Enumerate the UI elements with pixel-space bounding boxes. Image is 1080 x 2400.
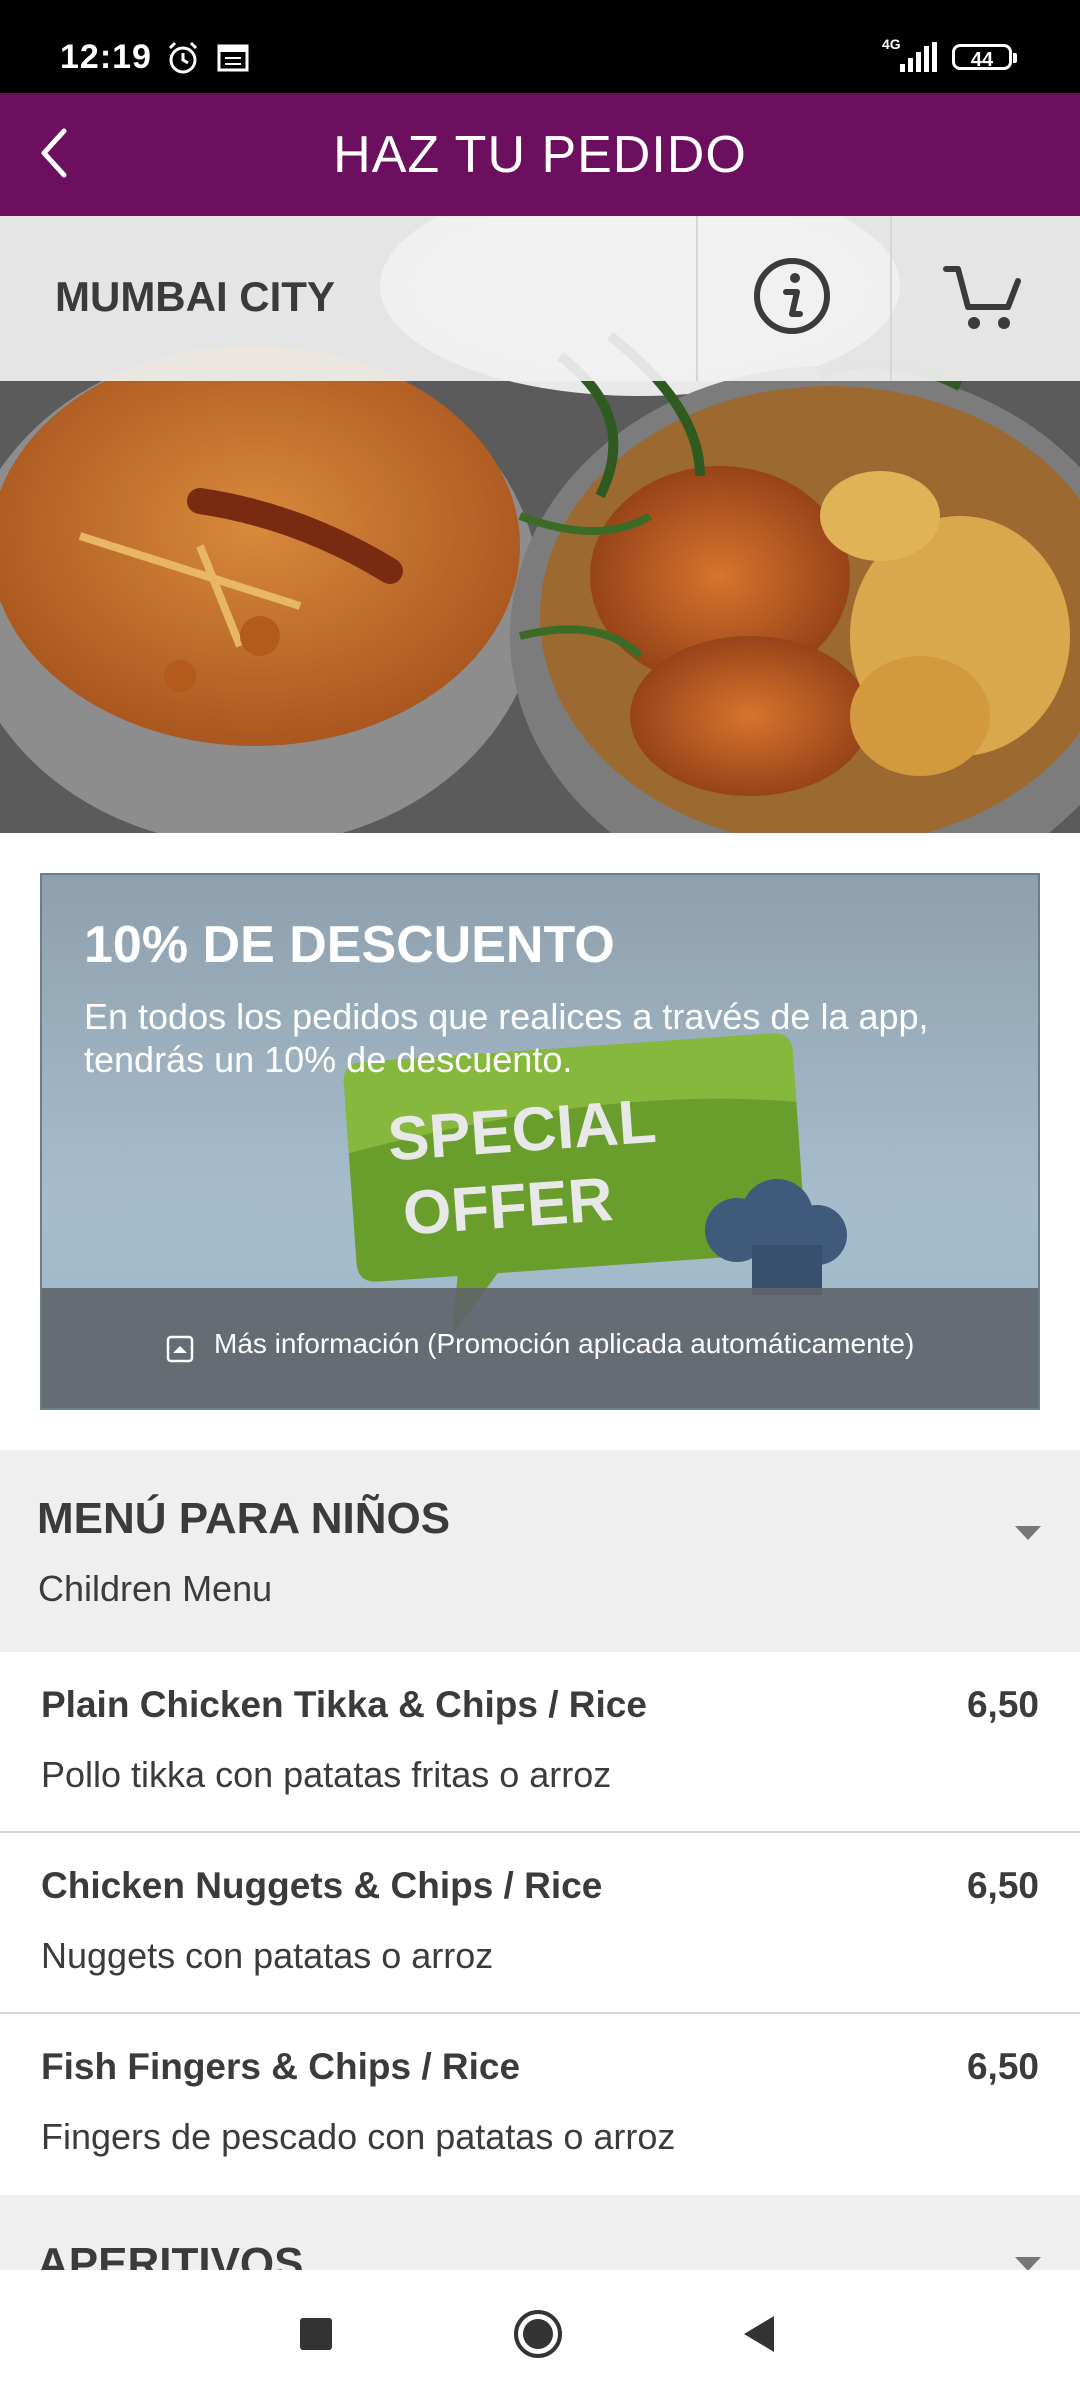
item-price: 6,50 [966,1684,1039,1725]
battery-indicator: 44 [952,44,1017,71]
promo-more-info[interactable]: Más información (Promoción aplicada auto… [42,1288,1038,1408]
chevron-down-icon[interactable] [1013,2255,1043,2270]
item-name: Fish Fingers & Chips / Rice [41,2046,521,2087]
calendar-icon [217,44,249,72]
item-price: 6,50 [966,1865,1039,1906]
promo-description: En todos los pedidos que realices a trav… [84,996,929,1080]
chevron-down-icon[interactable] [1013,1524,1043,1542]
item-description: Fingers de pescado con patatas o arroz [41,2116,676,2157]
back-nav-icon[interactable] [740,2314,780,2354]
category-header-menu-ninos[interactable]: MENÚ PARA NIÑOS Children Menu [0,1450,1080,1652]
cart-icon[interactable] [942,261,1024,333]
item-price: 6,50 [966,2046,1039,2087]
menu-item[interactable]: Fish Fingers & Chips / Rice 6,50 Fingers… [0,2014,1080,2195]
status-time: 12:19 [60,38,152,76]
divider [890,216,892,381]
category-header-aperitivos[interactable]: APERITIVOS [0,2195,1080,2270]
item-description: Pollo tikka con patatas fritas o arroz [41,1754,612,1795]
restaurant-hero: MUMBAI CITY [0,216,1080,833]
item-description: Nuggets con patatas o arroz [41,1935,494,1976]
restaurant-header-bar: MUMBAI CITY [0,216,1080,381]
app-bar: HAZ TU PEDIDO [0,93,1080,216]
restaurant-name: MUMBAI CITY [55,273,335,320]
item-name: Chicken Nuggets & Chips / Rice [41,1865,603,1906]
promo-banner[interactable]: SPECIAL OFFER 10% DE DESCUENTO En todos … [40,873,1040,1410]
alarm-icon [168,41,198,74]
info-icon[interactable] [752,256,832,336]
image-icon [166,1335,194,1363]
category-title: APERITIVOS [37,2239,304,2270]
menu-item[interactable]: Chicken Nuggets & Chips / Rice 6,50 Nugg… [0,1833,1080,2014]
divider [696,216,698,381]
item-name: Plain Chicken Tikka & Chips / Rice [41,1684,647,1725]
status-bar: 12:19 4G 44 [0,0,1080,93]
offer-text-2: OFFER [401,1165,615,1248]
promo-title: 10% DE DESCUENTO [84,916,615,974]
category-subtitle: Children Menu [38,1568,273,1609]
category-title: MENÚ PARA NIÑOS [37,1494,451,1543]
signal-icon [900,42,937,72]
system-nav-bar [0,2270,1080,2400]
home-icon[interactable] [512,2308,564,2360]
more-info-link[interactable]: Más información (Promoción aplicada auto… [214,1328,914,1360]
menu-item[interactable]: Plain Chicken Tikka & Chips / Rice 6,50 … [0,1652,1080,1833]
page-title: HAZ TU PEDIDO [333,126,747,184]
recents-icon[interactable] [298,2316,334,2352]
